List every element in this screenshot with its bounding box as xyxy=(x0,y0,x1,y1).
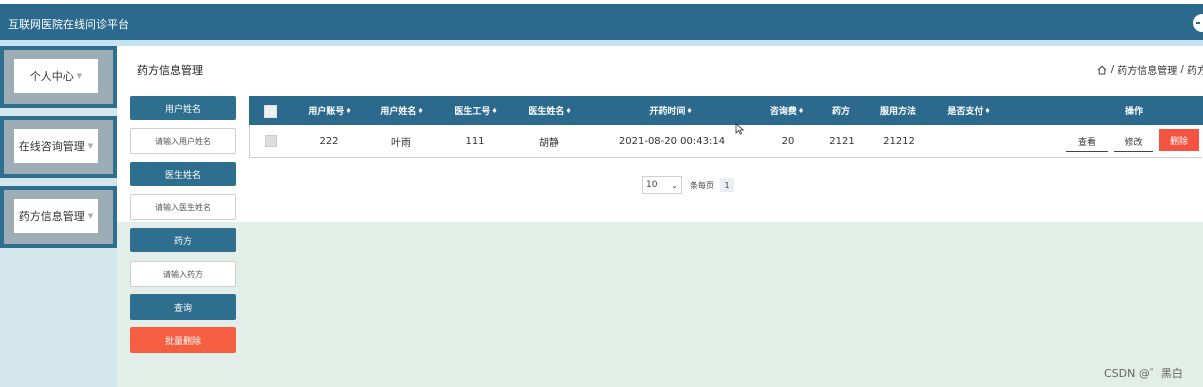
page-title: 药方信息管理 xyxy=(137,64,203,77)
page-size-select[interactable]: 10 ⌄ xyxy=(642,176,682,194)
column-header-usage: 服用方法 xyxy=(879,107,916,117)
prescription-input[interactable]: 请输入药方 xyxy=(130,261,236,287)
sidebar: 个人中心 ▼ 在线咨询管理 ▼ 药方信息管理 ▼ xyxy=(0,46,117,387)
cell-user-name: 叶雨 xyxy=(391,137,411,149)
view-button[interactable]: 查看 xyxy=(1066,131,1108,152)
doctor-name-input[interactable]: 请输入医生姓名 xyxy=(130,194,236,220)
query-button[interactable]: 查询 xyxy=(130,294,236,320)
table-header: 用户账号 ♦ 用户姓名 ♦ 医生工号 ♦ 医生姓名 ♦ 开药时间 ♦ 咨询费 ♦ 药方 服用… xyxy=(249,96,1203,125)
delete-button[interactable]: 删除 xyxy=(1159,129,1199,151)
prescription-table: 用户账号 ♦ 用户姓名 ♦ 医生工号 ♦ 医生姓名 ♦ 开药时间 ♦ 咨询费 ♦ 药方 服用… xyxy=(249,96,1203,162)
sort-icon: ♦ xyxy=(797,106,805,115)
sidebar-item-personal-center[interactable]: 个人中心 ▼ xyxy=(0,46,117,108)
sort-icon: ♦ xyxy=(686,106,693,115)
breadcrumb-section[interactable]: 药方信息管理 xyxy=(1117,62,1177,77)
content-lower-background xyxy=(117,222,1203,387)
cell-doctor-name: 胡静 xyxy=(539,137,559,149)
column-header-prescription: 药方 xyxy=(831,107,850,117)
sidebar-item-label: 药方信息管理 xyxy=(18,210,85,223)
sort-icon: ♦ xyxy=(345,106,352,115)
cell-doctor-no: 111 xyxy=(465,135,485,147)
chevron-down-icon: ▼ xyxy=(87,142,94,150)
column-header-user-name[interactable]: 用户姓名 ♦ xyxy=(367,96,437,125)
breadcrumb-current: 药方 xyxy=(1187,66,1203,77)
sidebar-item-prescription-box[interactable]: 药方信息管理 ▼ xyxy=(14,199,98,233)
prescription-filter-label: 药方 xyxy=(130,228,236,252)
select-all-checkbox[interactable] xyxy=(264,105,277,118)
app-title: 互联网医院在线问诊平台 xyxy=(8,18,129,31)
column-header-fee[interactable]: 咨询费 ♦ xyxy=(759,96,815,125)
top-header-bar: 互联网医院在线问诊平台 xyxy=(0,4,1203,40)
cell-fee: 20 xyxy=(781,135,795,147)
page-number-button[interactable]: 1 xyxy=(720,178,734,192)
user-name-filter-label: 用户姓名 xyxy=(130,96,236,120)
sort-icon: ♦ xyxy=(984,106,991,115)
column-header-doctor-no[interactable]: 医生工号 ♦ xyxy=(441,96,511,125)
user-name-input[interactable]: 请输入用户姓名 xyxy=(130,128,236,154)
table-row: 222 叶雨 111 胡静 2021-08-20 00:43:14 20 212… xyxy=(249,125,1202,158)
content-header: 药方信息管理 / 药方信息管理 / 药方 xyxy=(117,46,1203,90)
edit-button[interactable]: 修改 xyxy=(1114,131,1153,152)
cell-user-account: 222 xyxy=(319,135,339,147)
column-header-user-account[interactable]: 用户账号 ♦ xyxy=(295,96,365,125)
cell-time: 2021-08-20 00:43:14 xyxy=(618,135,726,147)
watermark: CSDN @゛黑白 xyxy=(1104,367,1183,380)
sort-icon: ♦ xyxy=(565,106,572,115)
column-header-time[interactable]: 开药时间 ♦ xyxy=(621,96,721,125)
sidebar-item-prescription-management[interactable]: 药方信息管理 ▼ xyxy=(0,186,117,248)
mouse-cursor-icon xyxy=(735,123,745,135)
sidebar-item-label: 个人中心 xyxy=(29,70,74,83)
sort-icon: ♦ xyxy=(417,106,424,115)
chevron-down-icon: ▼ xyxy=(87,212,94,220)
user-avatar-icon[interactable] xyxy=(1193,14,1203,32)
cell-prescription: 2121 xyxy=(829,135,855,147)
batch-delete-button[interactable]: 批量删除 xyxy=(130,327,236,353)
breadcrumb: / 药方信息管理 / 药方 xyxy=(1097,62,1203,77)
cell-paid xyxy=(938,125,1002,157)
sidebar-item-personal-center-box[interactable]: 个人中心 ▼ xyxy=(14,59,98,93)
sidebar-item-label: 在线咨询管理 xyxy=(18,140,85,153)
chevron-down-icon: ⌄ xyxy=(671,180,678,190)
chevron-down-icon: ▼ xyxy=(76,72,83,80)
doctor-name-filter-label: 医生姓名 xyxy=(130,162,236,186)
column-header-actions: 操作 xyxy=(1124,107,1143,117)
sidebar-item-consultation-management[interactable]: 在线咨询管理 ▼ xyxy=(0,116,117,178)
cell-usage: 21212 xyxy=(883,135,915,147)
row-checkbox[interactable] xyxy=(265,135,277,147)
sidebar-item-consultation-box[interactable]: 在线咨询管理 ▼ xyxy=(14,129,98,163)
home-icon[interactable] xyxy=(1097,65,1107,75)
column-header-paid[interactable]: 是否支付 ♦ xyxy=(937,96,1001,125)
pagination: 10 ⌄ 条每页 1 xyxy=(642,176,734,194)
sort-icon: ♦ xyxy=(491,106,498,115)
column-header-doctor-name[interactable]: 医生姓名 ♦ xyxy=(515,96,585,125)
per-page-label: 条每页 xyxy=(690,180,714,190)
